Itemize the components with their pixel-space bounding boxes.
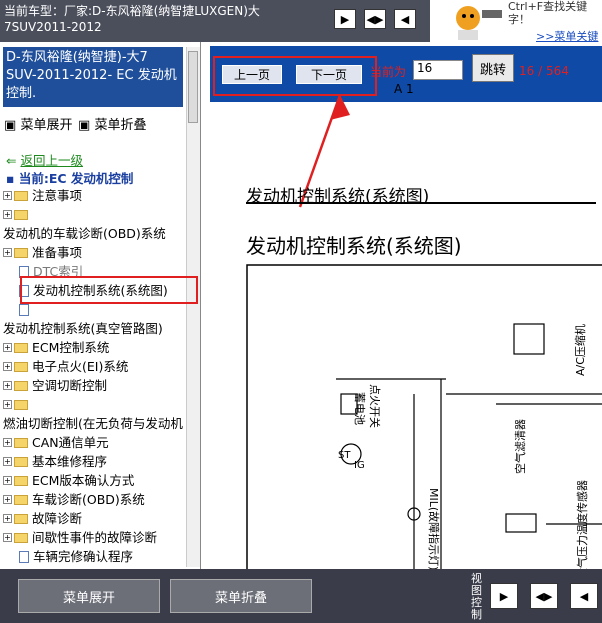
tree-item-label: 燃油切断控制(在无负荷与发动机: [3, 416, 183, 431]
folder-icon: [14, 361, 28, 372]
selected-item-highlight: [20, 276, 198, 304]
folder-icon: [14, 399, 28, 410]
document-icon: [19, 550, 29, 563]
tree-item-label: 空调切断控制: [32, 378, 108, 393]
split-frame-icon[interactable]: ◀▶: [364, 9, 386, 29]
expand-icon: ▣: [4, 118, 17, 133]
expand-plus-icon[interactable]: +: [3, 248, 12, 257]
current-section: ▪ 当前:EC 发动机控制: [6, 171, 134, 186]
tree-item-label: 车辆完修确认程序: [33, 549, 134, 564]
folder-icon: [14, 342, 28, 353]
tree-item[interactable]: 车辆完修确认程序: [3, 547, 185, 566]
tree-item-label: ECM版本确认方式: [32, 473, 135, 488]
tree-item[interactable]: 发动机控制系统(真空管路图): [3, 319, 185, 338]
expand-plus-icon[interactable]: +: [3, 438, 12, 447]
car-model-heading: D-东风裕隆(纳智捷)-大7 SUV-2011-2012- EC 发动机控制.: [3, 47, 183, 107]
tree-item-label: 车载诊断(OBD)系统: [32, 492, 145, 507]
tree-item[interactable]: + 注意事项: [3, 186, 185, 205]
tree-item-label: 发动机的车载诊断(OBD)系统: [3, 226, 166, 241]
tree-item-label: 基本维修程序: [32, 454, 108, 469]
mascot-logo: [430, 0, 508, 42]
expand-plus-icon[interactable]: +: [3, 381, 12, 390]
sidebar-scrollbar[interactable]: [186, 47, 200, 567]
tree-item-label: 发动机控制系统(真空管路图): [3, 321, 163, 336]
folder-icon: [14, 532, 28, 543]
folder-icon: [14, 456, 28, 467]
folder-icon: [14, 475, 28, 486]
expand-plus-icon[interactable]: +: [3, 533, 12, 542]
expand-plus-icon[interactable]: +: [3, 210, 12, 219]
folder-icon: [14, 209, 28, 220]
expand-plus-icon[interactable]: +: [3, 457, 12, 466]
tree-item[interactable]: + 故障诊断: [3, 509, 185, 528]
tree-item[interactable]: + 车载诊断(OBD)系统: [3, 490, 185, 509]
expand-plus-icon[interactable]: +: [3, 514, 12, 523]
tree-item[interactable]: 燃油切断控制(在无负荷与发动机: [3, 414, 185, 433]
ignition-switch-label: 点火开关: [368, 384, 382, 428]
tree-item[interactable]: + 准备事项: [3, 243, 185, 262]
back-link[interactable]: ⇐ 返回上一级: [6, 150, 83, 169]
expand-plus-icon[interactable]: +: [3, 400, 12, 409]
air-cleaner-label: 空气滤清器: [513, 419, 527, 474]
document-panel: 上一页 下一页 当前为 16 跳转 16 / 564 A 1 发动机控制系统(系…: [210, 42, 602, 569]
tree-item-label: 间歇性事件的故障诊断: [32, 530, 158, 545]
expand-plus-icon[interactable]: +: [3, 495, 12, 504]
top-bar: 当前车型：厂家:D-东风裕隆(纳智捷LUXGEN)大7SUV2011-2012 …: [0, 0, 602, 43]
back-arrow-icon: ⇐: [6, 153, 17, 168]
tree-item-label: 故障诊断: [32, 511, 83, 526]
tree-item[interactable]: + 空调切断控制: [3, 376, 185, 395]
footer-next-frame-icon[interactable]: ◀: [570, 583, 598, 609]
view-control-label: 视图控制: [471, 572, 482, 621]
expand-plus-icon[interactable]: +: [3, 191, 12, 200]
doc-heading-large: 发动机控制系统(系统图): [246, 234, 462, 258]
sidebar: D-东风裕隆(纳智捷)-大7 SUV-2011-2012- EC 发动机控制. …: [0, 42, 201, 569]
prev-frame-icon[interactable]: ▶: [334, 9, 356, 29]
menu-tree: + 注意事项 + 发动机的车载诊断(OBD)系统 + 准备事项 DTC索引 发动机控制系统(系…: [3, 186, 185, 566]
tree-item-label: 注意事项: [32, 188, 83, 203]
tree-item[interactable]: + ECM版本确认方式: [3, 471, 185, 490]
footer-split-frame-icon[interactable]: ◀▶: [530, 583, 558, 609]
ig-label: IG: [354, 460, 365, 471]
document-icon: [19, 303, 29, 316]
tree-item-label: 电子点火(EI)系统: [32, 359, 129, 374]
tree-item[interactable]: +: [3, 395, 185, 414]
expand-plus-icon[interactable]: +: [3, 343, 12, 352]
tree-item-label: 准备事项: [32, 245, 83, 260]
footer-prev-frame-icon[interactable]: ▶: [490, 583, 518, 609]
folder-icon: [14, 190, 28, 201]
tree-item[interactable]: + 基本维修程序: [3, 452, 185, 471]
mil-label: MIL(故障指示灯): [427, 488, 441, 569]
footer-bar: 菜单展开 菜单折叠 视图控制 ▶ ◀▶ ◀: [0, 569, 602, 623]
collapse-menu-link[interactable]: ▣ 菜单折叠: [78, 114, 146, 133]
footer-collapse-button[interactable]: 菜单折叠: [170, 579, 312, 613]
tree-item[interactable]: + CAN通信单元: [3, 433, 185, 452]
expand-plus-icon[interactable]: +: [3, 476, 12, 485]
tree-item[interactable]: + 间歇性事件的故障诊断: [3, 528, 185, 547]
folder-icon: [14, 513, 28, 524]
tree-item-label: CAN通信单元: [32, 435, 109, 450]
person-icon: ▪: [6, 171, 15, 186]
heading-divider: [246, 202, 596, 204]
folder-icon: [14, 494, 28, 505]
battery-label: 蓄电池: [353, 392, 366, 425]
ac-compressor-label: A/C压缩机: [573, 324, 587, 376]
tree-item[interactable]: +: [3, 205, 185, 224]
folder-icon: [14, 380, 28, 391]
scrollbar-thumb[interactable]: [188, 51, 198, 123]
tree-item-label: ECM控制系统: [32, 340, 110, 355]
system-diagram: 蓄电池 点火开关 ST IG MIL(故障指示灯) 空气滤清器 大气压力温度传感…: [246, 264, 602, 569]
vehicle-title: 当前车型：厂家:D-东风裕隆(纳智捷LUXGEN)大7SUV2011-2012: [4, 4, 260, 34]
tree-item[interactable]: 发动机的车载诊断(OBD)系统: [3, 224, 185, 243]
tree-item[interactable]: + ECM控制系统: [3, 338, 185, 357]
st-label: ST: [338, 450, 351, 461]
folder-icon: [14, 247, 28, 258]
tree-item[interactable]: + 电子点火(EI)系统: [3, 357, 185, 376]
expand-menu-link[interactable]: ▣ 菜单展开: [4, 114, 72, 133]
pressure-temp-sensor-label: 大气压力温度传感器: [575, 480, 589, 569]
collapse-icon: ▣: [78, 118, 91, 133]
next-frame-icon[interactable]: ◀: [394, 9, 416, 29]
folder-icon: [14, 437, 28, 448]
footer-expand-button[interactable]: 菜单展开: [18, 579, 160, 613]
expand-plus-icon[interactable]: +: [3, 362, 12, 371]
